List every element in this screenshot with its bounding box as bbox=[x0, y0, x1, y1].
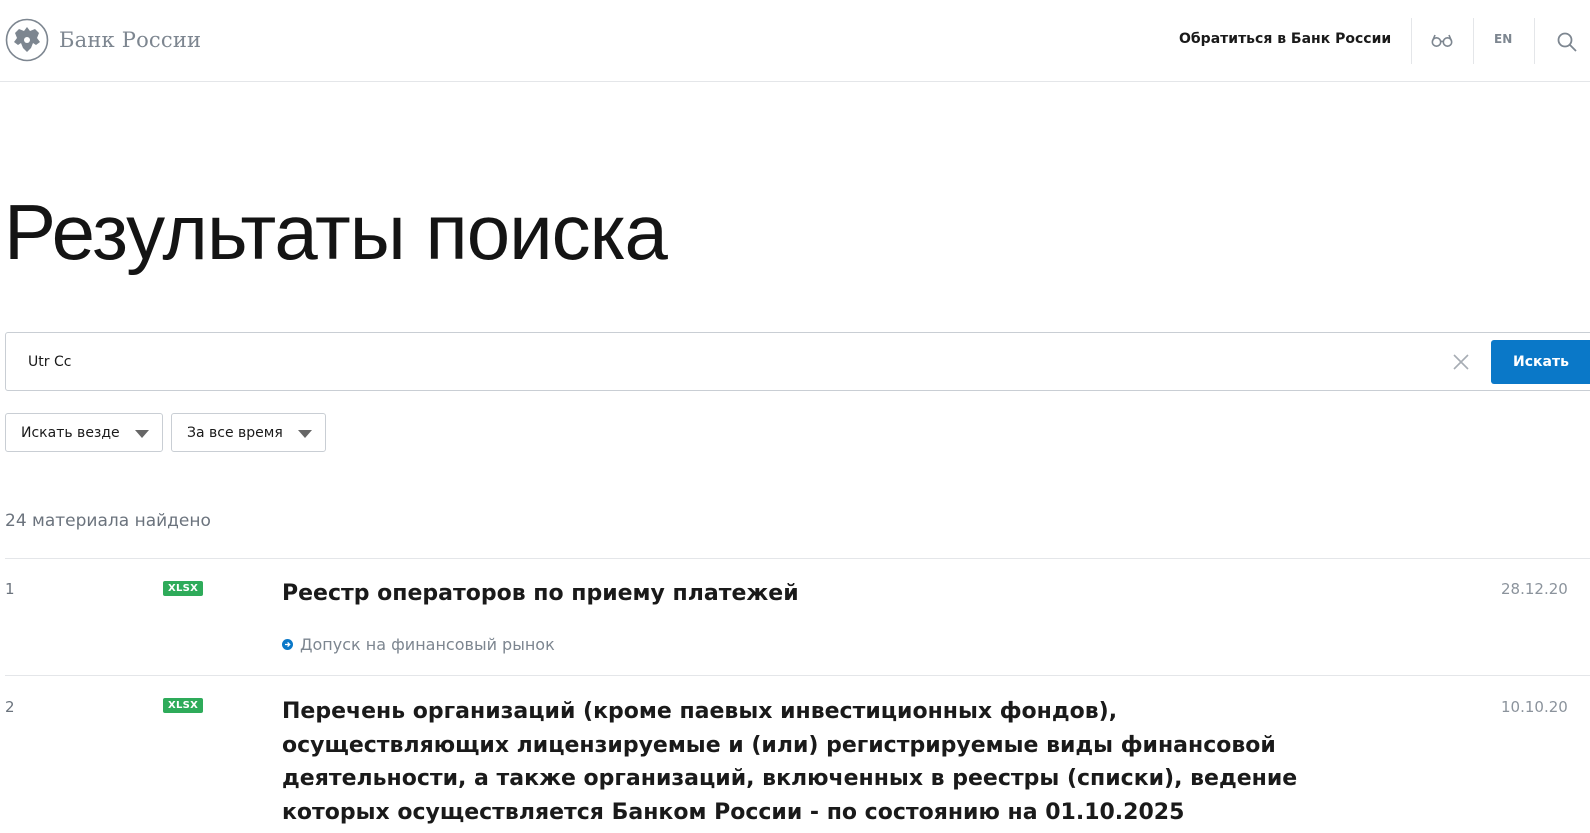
arrow-circle-icon bbox=[282, 639, 293, 650]
results-count: 24 материала найдено bbox=[5, 511, 211, 531]
file-type-badge: XLSX bbox=[163, 698, 204, 713]
header-divider bbox=[1534, 18, 1535, 64]
contact-bank-link[interactable]: Обратиться в Банк России bbox=[1179, 31, 1391, 47]
search-input[interactable] bbox=[28, 351, 1428, 373]
result-number: 1 bbox=[5, 580, 15, 598]
result-date: 28.12.20 bbox=[1501, 580, 1568, 598]
caret-down-icon bbox=[135, 430, 149, 438]
clear-search-icon[interactable] bbox=[1452, 353, 1470, 371]
page-title: Результаты поиска bbox=[4, 188, 668, 276]
search-submit-button[interactable]: Искать bbox=[1491, 340, 1590, 384]
logo-text: Банк России bbox=[59, 28, 202, 52]
result-title-link[interactable]: Перечень организаций (кроме паевых инвес… bbox=[282, 695, 1302, 829]
result-category-label: Допуск на финансовый рынок bbox=[300, 635, 555, 654]
results-divider bbox=[5, 675, 1590, 676]
result-date: 10.10.20 bbox=[1501, 698, 1568, 716]
scope-filter-dropdown[interactable]: Искать везде bbox=[5, 413, 163, 452]
period-filter-label: За все время bbox=[187, 425, 283, 441]
language-switch-button[interactable]: EN bbox=[1494, 32, 1512, 46]
results-divider bbox=[5, 558, 1590, 559]
double-headed-eagle-icon bbox=[5, 18, 49, 62]
file-type-badge: XLSX bbox=[163, 581, 204, 596]
result-category-link[interactable]: Допуск на финансовый рынок bbox=[282, 635, 555, 654]
result-title-link[interactable]: Реестр операторов по приему платежей bbox=[282, 577, 1302, 611]
header-divider bbox=[1411, 18, 1412, 64]
accessibility-glasses-icon[interactable] bbox=[1430, 31, 1454, 49]
result-number: 2 bbox=[5, 698, 15, 716]
header-divider bbox=[1473, 18, 1474, 64]
search-icon[interactable] bbox=[1555, 30, 1579, 54]
search-field[interactable] bbox=[5, 332, 1590, 391]
period-filter-dropdown[interactable]: За все время bbox=[171, 413, 326, 452]
scope-filter-label: Искать везде bbox=[21, 425, 120, 441]
site-header: Банк России Обратиться в Банк России EN bbox=[0, 0, 1590, 82]
caret-down-icon bbox=[298, 430, 312, 438]
bank-logo[interactable]: Банк России bbox=[5, 18, 201, 62]
